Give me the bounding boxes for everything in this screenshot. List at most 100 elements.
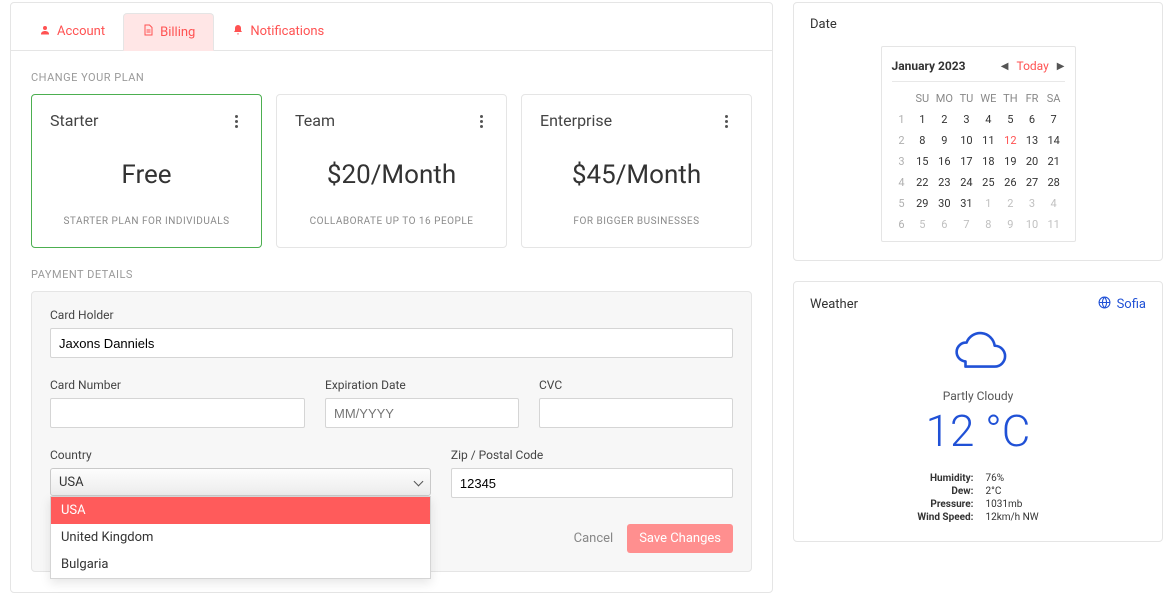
calendar-day[interactable]: 10 [956,130,978,151]
calendar-week-num: 6 [892,214,912,235]
plan-desc: FOR BIGGER BUSINESSES [540,216,733,227]
country-selected-value: USA [59,475,84,490]
calendar-day[interactable]: 11 [977,130,999,151]
weather-condition: Partly Cloudy [814,389,1142,403]
file-icon [142,24,154,40]
calendar-day[interactable]: 5 [911,214,933,235]
calendar-day[interactable]: 14 [1043,130,1065,151]
calendar-dow: SU [911,88,933,109]
calendar-day[interactable]: 15 [911,151,933,172]
calendar-day[interactable]: 2 [933,109,955,130]
calendar-today-button[interactable]: Today [1016,59,1048,73]
calendar-day[interactable]: 1 [977,193,999,214]
payment-details-label: PAYMENT DETAILS [11,248,772,291]
weather-panel: Weather Sofia Partly Cloudy 12 °C Humidi… [793,281,1163,542]
more-icon[interactable] [474,111,488,132]
calendar-day[interactable]: 3 [956,109,978,130]
calendar-day[interactable]: 10 [1021,214,1042,235]
calendar-day[interactable]: 22 [911,172,933,193]
calendar-day[interactable]: 24 [956,172,978,193]
country-option[interactable]: USA [51,497,430,524]
calendar-day[interactable]: 18 [977,151,999,172]
calendar-dow: SA [1043,88,1065,109]
cvc-input[interactable] [539,398,733,428]
calendar-day[interactable]: 13 [1021,130,1042,151]
country-option[interactable]: Bulgaria [51,551,430,578]
weather-detail-val: 2°C [985,486,1038,497]
calendar-day[interactable]: 12 [999,130,1021,151]
more-icon[interactable] [229,111,243,132]
weather-location[interactable]: Sofia [1098,296,1146,313]
save-button[interactable]: Save Changes [627,524,733,553]
country-label: Country [50,448,431,462]
calendar-day[interactable]: 8 [911,130,933,151]
calendar-day[interactable]: 6 [1021,109,1042,130]
change-plan-label: CHANGE YOUR PLAN [11,51,772,94]
calendar-day[interactable]: 29 [911,193,933,214]
calendar-day[interactable]: 26 [999,172,1021,193]
calendar-day[interactable]: 11 [1043,214,1065,235]
calendar-day[interactable]: 31 [956,193,978,214]
calendar-day[interactable]: 9 [933,130,955,151]
payment-form: Card Holder Card Number Expiration Date … [31,291,752,572]
plan-price: $45/Month [540,160,733,190]
calendar-day[interactable]: 23 [933,172,955,193]
plan-card[interactable]: Enterprise$45/MonthFOR BIGGER BUSINESSES [521,94,752,248]
plan-card[interactable]: Team$20/MonthCOLLABORATE UP TO 16 PEOPLE [276,94,507,248]
expiration-label: Expiration Date [325,378,519,392]
calendar-day[interactable]: 7 [1043,109,1065,130]
calendar-day[interactable]: 7 [956,214,978,235]
weather-details: Humidity:76%Dew:2°CPressure:1031mbWind S… [915,471,1040,525]
weather-location-name: Sofia [1117,297,1146,312]
calendar-prev-icon[interactable]: ◀ [1001,61,1009,72]
card-number-label: Card Number [50,378,305,392]
cancel-button[interactable]: Cancel [574,531,614,546]
calendar-day[interactable]: 9 [999,214,1021,235]
card-holder-input[interactable] [50,328,733,358]
calendar-day[interactable]: 30 [933,193,955,214]
country-option[interactable]: United Kingdom [51,524,430,551]
calendar-day[interactable]: 6 [933,214,955,235]
calendar-day[interactable]: 4 [977,109,999,130]
zip-input[interactable] [451,468,733,498]
globe-icon [1098,296,1111,313]
calendar-day[interactable]: 25 [977,172,999,193]
weather-detail-key: Wind Speed: [917,512,983,523]
cloud-icon [814,327,1142,381]
calendar-day[interactable]: 21 [1043,151,1065,172]
calendar-day[interactable]: 3 [1021,193,1042,214]
calendar-day[interactable]: 27 [1021,172,1042,193]
weather-detail-val: 1031mb [985,499,1038,510]
tab-account[interactable]: Account [21,13,123,50]
expiration-input[interactable] [325,398,519,428]
calendar-day[interactable]: 20 [1021,151,1042,172]
calendar-day[interactable]: 2 [999,193,1021,214]
calendar-day[interactable]: 8 [977,214,999,235]
plan-list: StarterFreeSTARTER PLAN FOR INDIVIDUALST… [11,94,772,248]
calendar-day[interactable]: 17 [956,151,978,172]
calendar-day[interactable]: 19 [999,151,1021,172]
country-select[interactable]: USA [50,468,431,496]
weather-detail-val: 76% [985,473,1038,484]
calendar-day[interactable]: 1 [911,109,933,130]
calendar-day[interactable]: 5 [999,109,1021,130]
more-icon[interactable] [719,111,733,132]
calendar-week-num: 2 [892,130,912,151]
calendar-day[interactable]: 4 [1043,193,1065,214]
plan-card[interactable]: StarterFreeSTARTER PLAN FOR INDIVIDUALS [31,94,262,248]
card-number-input[interactable] [50,398,305,428]
weather-temp: 12 °C [814,405,1142,457]
card-holder-label: Card Holder [50,308,733,322]
plan-name: Team [295,111,335,130]
calendar-day[interactable]: 16 [933,151,955,172]
calendar-month: January 2023 [892,59,966,73]
tab-label: Notifications [250,24,324,39]
calendar-next-icon[interactable]: ▶ [1057,61,1065,72]
tab-billing[interactable]: Billing [123,13,214,51]
country-dropdown: USAUnited KingdomBulgaria [50,496,431,579]
tab-bar: Account Billing Notifications [11,3,772,51]
tab-label: Billing [160,25,195,40]
plan-name: Starter [50,111,98,130]
calendar-day[interactable]: 28 [1043,172,1065,193]
tab-notifications[interactable]: Notifications [214,13,342,50]
